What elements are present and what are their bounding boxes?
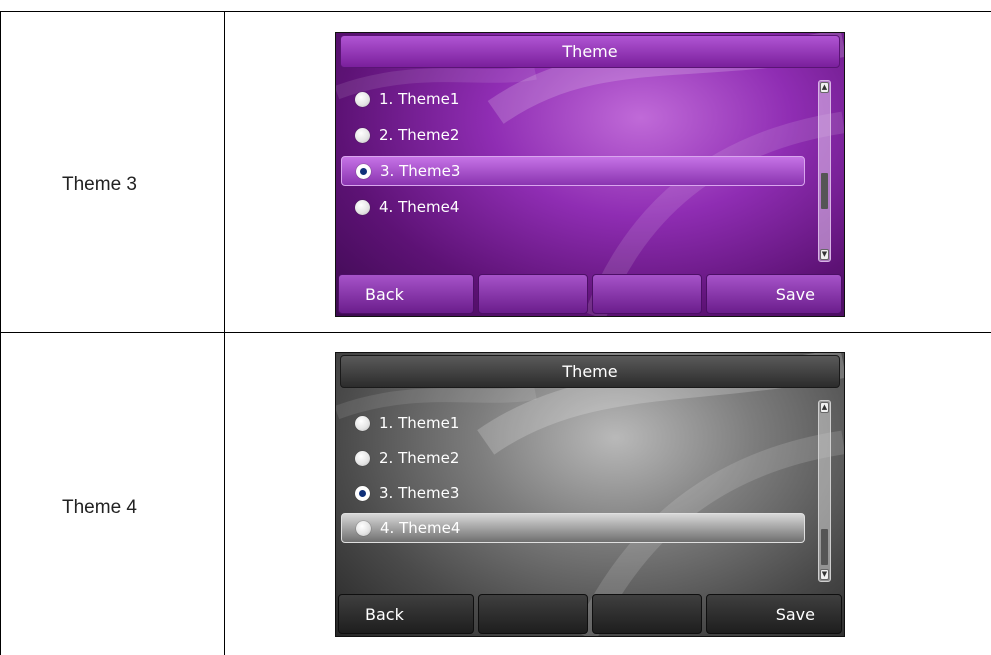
scrollbar[interactable]: ▲ ▼ bbox=[818, 80, 831, 262]
back-button[interactable]: Back bbox=[338, 274, 474, 314]
theme-option-label: 4. Theme4 bbox=[379, 198, 460, 216]
phone-screen-theme-3: Theme 1. Theme1 2. Theme2 3. Theme3 4. T… bbox=[335, 32, 845, 317]
theme-option-3[interactable]: 3. Theme3 bbox=[341, 156, 805, 186]
theme-option-label: 3. Theme3 bbox=[379, 484, 460, 502]
theme-option-4[interactable]: 4. Theme4 bbox=[341, 513, 805, 543]
theme-option-label: 2. Theme2 bbox=[379, 126, 460, 144]
radio-checked-icon[interactable] bbox=[356, 163, 371, 179]
softkey-3[interactable] bbox=[592, 594, 702, 634]
theme-option-1[interactable]: 1. Theme1 bbox=[341, 408, 805, 438]
theme-option-label: 4. Theme4 bbox=[380, 519, 461, 537]
radio-unchecked-icon[interactable] bbox=[356, 520, 371, 536]
theme-option-3[interactable]: 3. Theme3 bbox=[341, 478, 805, 508]
phone-screen-theme-4: Theme 1. Theme1 2. Theme2 3. Theme3 4. T… bbox=[335, 352, 845, 637]
softkey-2[interactable] bbox=[478, 274, 588, 314]
radio-unchecked-icon[interactable] bbox=[355, 415, 370, 431]
theme-option-1[interactable]: 1. Theme1 bbox=[341, 84, 805, 114]
theme-option-2[interactable]: 2. Theme2 bbox=[341, 443, 805, 473]
radio-unchecked-icon[interactable] bbox=[355, 199, 370, 215]
row-label-theme-4: Theme 4 bbox=[62, 497, 137, 518]
scroll-down-arrow-icon[interactable]: ▼ bbox=[820, 249, 829, 260]
screen-title: Theme bbox=[340, 355, 840, 388]
table-column-divider bbox=[224, 11, 225, 655]
scroll-up-arrow-icon[interactable]: ▲ bbox=[820, 82, 829, 93]
table-row-divider bbox=[0, 332, 991, 333]
scroll-down-arrow-icon[interactable]: ▼ bbox=[820, 569, 829, 580]
scrollbar-thumb[interactable] bbox=[821, 529, 828, 565]
screen-title: Theme bbox=[340, 35, 840, 68]
softkey-3[interactable] bbox=[592, 274, 702, 314]
softkey-2[interactable] bbox=[478, 594, 588, 634]
theme-option-label: 2. Theme2 bbox=[379, 449, 460, 467]
softkey-bar: Back Save bbox=[338, 594, 842, 634]
scroll-up-arrow-icon[interactable]: ▲ bbox=[820, 402, 829, 413]
theme-option-2[interactable]: 2. Theme2 bbox=[341, 120, 805, 150]
radio-unchecked-icon[interactable] bbox=[355, 91, 370, 107]
theme-option-label: 1. Theme1 bbox=[379, 414, 460, 432]
radio-unchecked-icon[interactable] bbox=[355, 127, 370, 143]
scrollbar-thumb[interactable] bbox=[821, 173, 828, 209]
theme-option-label: 1. Theme1 bbox=[379, 90, 460, 108]
radio-unchecked-icon[interactable] bbox=[355, 450, 370, 466]
scrollbar[interactable]: ▲ ▼ bbox=[818, 400, 831, 582]
softkey-bar: Back Save bbox=[338, 274, 842, 314]
table-border-left bbox=[0, 11, 1, 655]
table-border-top bbox=[0, 11, 991, 12]
save-button[interactable]: Save bbox=[706, 274, 842, 314]
theme-option-label: 3. Theme3 bbox=[380, 162, 461, 180]
theme-option-4[interactable]: 4. Theme4 bbox=[341, 192, 805, 222]
theme-table: Theme 3 Theme 1. Theme1 2. Theme2 3. The… bbox=[0, 0, 991, 655]
row-label-theme-3: Theme 3 bbox=[62, 174, 137, 195]
save-button[interactable]: Save bbox=[706, 594, 842, 634]
back-button[interactable]: Back bbox=[338, 594, 474, 634]
radio-checked-icon[interactable] bbox=[355, 485, 370, 501]
